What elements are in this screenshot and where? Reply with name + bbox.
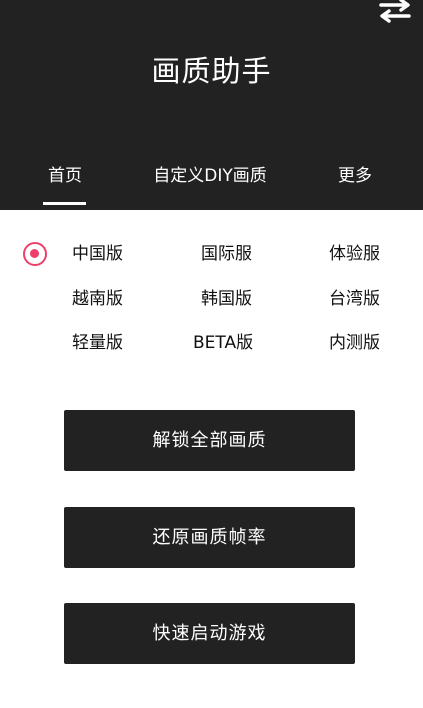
swap-arrows-icon[interactable] (377, 0, 413, 24)
app-header: 画质助手 首页 自定义DIY画质 更多 (0, 0, 423, 210)
active-tab-indicator (43, 202, 86, 205)
version-option-korea[interactable]: 韩国版 (201, 287, 311, 311)
tab-home[interactable]: 首页 (30, 163, 100, 191)
version-option-beta-server[interactable]: 体验服 (329, 242, 423, 266)
quick-launch-game-button[interactable]: 快速启动游戏 (64, 603, 355, 664)
version-option-internal-test[interactable]: 内测版 (329, 331, 423, 355)
tab-more[interactable]: 更多 (320, 163, 390, 191)
radio-dot-icon (30, 249, 39, 258)
version-option-vietnam[interactable]: 越南版 (72, 287, 182, 311)
version-option-global[interactable]: 国际服 (201, 242, 311, 266)
version-radio-selected[interactable] (23, 242, 47, 266)
version-option-beta[interactable]: BETA版 (193, 331, 303, 355)
version-option-china[interactable]: 中国版 (72, 242, 182, 266)
version-option-taiwan[interactable]: 台湾版 (329, 287, 423, 311)
page-title: 画质助手 (151, 54, 272, 88)
restore-quality-fps-button[interactable]: 还原画质帧率 (64, 507, 355, 568)
version-option-lite[interactable]: 轻量版 (72, 331, 182, 355)
tab-diy-quality[interactable]: 自定义DIY画质 (145, 163, 275, 191)
unlock-all-quality-button[interactable]: 解锁全部画质 (64, 410, 355, 471)
